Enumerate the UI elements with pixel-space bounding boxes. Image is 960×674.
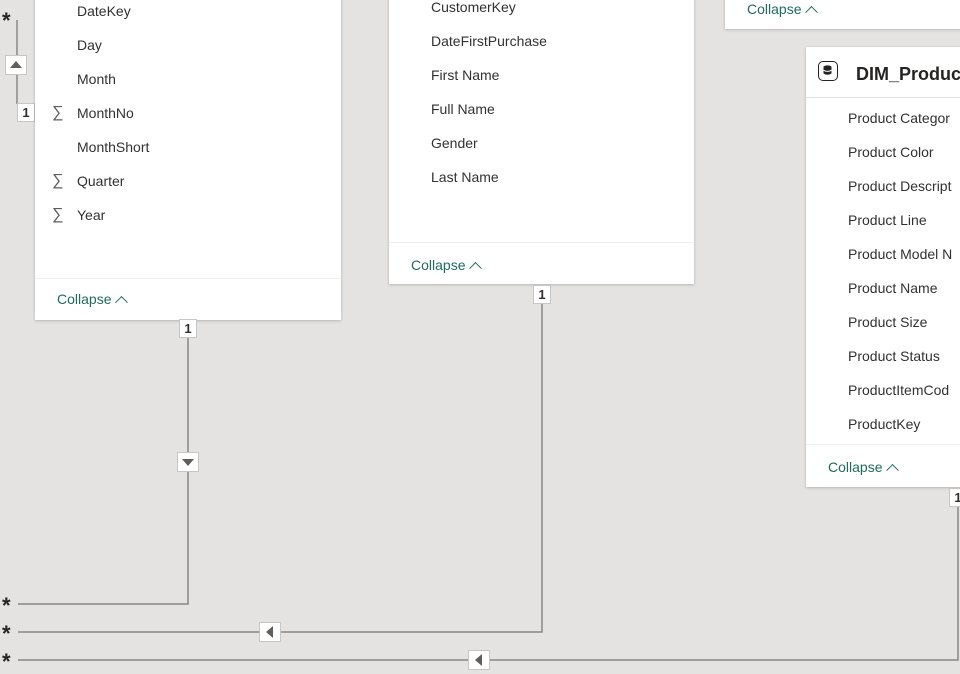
product-collapse-button[interactable]: Collapse (828, 458, 900, 477)
chevron-up-icon (469, 261, 483, 275)
field-label: Product Status (848, 348, 940, 364)
filter-direction-left-button[interactable] (469, 651, 489, 669)
field-row[interactable]: Product Categor (806, 103, 960, 133)
collapse-label: Collapse (411, 257, 466, 273)
collapse-divider (806, 444, 960, 445)
field-row[interactable]: MonthShort (35, 132, 341, 162)
filter-direction-up-button[interactable] (6, 56, 26, 74)
field-row[interactable]: CustomerKey (389, 0, 694, 22)
field-row[interactable]: Day (35, 30, 341, 60)
field-label: MonthShort (77, 139, 150, 155)
collapse-divider (389, 242, 694, 243)
field-row[interactable]: ProductItemCod (806, 375, 960, 405)
product-table-title: DIM_Product (856, 64, 960, 84)
one-marker-left: 1 (18, 104, 34, 121)
chevron-up-icon (115, 295, 129, 309)
field-row[interactable]: Product Model N (806, 239, 960, 269)
triangle-left-icon (266, 626, 273, 638)
field-row[interactable]: DateKey (35, 0, 341, 26)
field-label: Full Name (431, 101, 495, 117)
relationship-line-product (18, 506, 959, 661)
field-label: MonthNo (77, 105, 134, 121)
field-row[interactable]: Product Descript (806, 171, 960, 201)
chevron-up-icon (805, 5, 819, 19)
date-collapse-button[interactable]: Collapse (57, 290, 129, 309)
field-row[interactable]: ∑ Year (35, 200, 341, 230)
many-marker-product: * (2, 649, 11, 674)
collapse-label: Collapse (747, 1, 802, 17)
field-row[interactable]: Gender (389, 128, 694, 158)
field-row[interactable]: Product Color (806, 137, 960, 167)
field-row[interactable]: DateFirstPurchase (389, 26, 694, 56)
customer-table-card[interactable]: CustomerKey DateFirstPurchase First Name Fu… (389, 0, 694, 284)
many-marker-customer: * (2, 621, 11, 646)
field-label: Product Descript (848, 178, 952, 194)
product-table-card[interactable]: DIM_Product Product Categor Product Color… (806, 47, 960, 487)
field-row[interactable]: Last Name (389, 162, 694, 192)
field-label: DateFirstPurchase (431, 33, 547, 49)
field-row[interactable]: Month (35, 64, 341, 94)
one-marker-date: 1 (180, 320, 196, 337)
field-label: Product Line (848, 212, 927, 228)
many-marker-top-left: * (2, 8, 11, 33)
field-label: CustomerKey (431, 0, 516, 15)
triangle-left-icon (475, 654, 482, 666)
chevron-up-icon (886, 463, 900, 477)
relationship-line-customer (18, 304, 543, 633)
collapse-label: Collapse (828, 459, 883, 475)
filter-direction-down-button[interactable] (178, 453, 198, 471)
field-label: Last Name (431, 169, 499, 185)
sigma-icon: ∑ (52, 104, 64, 121)
field-label: DateKey (77, 3, 131, 19)
field-label: First Name (431, 67, 500, 83)
field-row[interactable]: Product Line (806, 205, 960, 235)
field-row[interactable]: Product Size (806, 307, 960, 337)
field-label: Product Name (848, 280, 938, 296)
one-marker-product: 1 (950, 489, 960, 506)
field-row[interactable]: ProductKey (806, 409, 960, 439)
field-label: Product Color (848, 144, 934, 160)
many-marker-date: * (2, 593, 11, 618)
collapse-divider (35, 278, 341, 279)
sigma-icon: ∑ (52, 206, 64, 223)
field-label: ProductKey (848, 416, 921, 432)
field-row[interactable]: ∑ Quarter (35, 166, 341, 196)
field-label: ProductItemCod (848, 382, 950, 398)
triangle-up-icon (10, 61, 22, 68)
triangle-down-icon (182, 459, 194, 466)
field-label: Quarter (77, 173, 125, 189)
field-row[interactable]: ∑ MonthNo (35, 98, 341, 128)
relationship-line-date (18, 338, 189, 605)
customer-collapse-button[interactable]: Collapse (411, 256, 483, 275)
one-marker-customer: 1 (534, 286, 550, 303)
field-label: Gender (431, 135, 478, 151)
field-label: Product Model N (848, 246, 953, 262)
field-row[interactable]: Product Name (806, 273, 960, 303)
top-right-collapse-button[interactable]: Collapse (747, 0, 819, 19)
field-label: Product Size (848, 314, 928, 330)
header-divider (806, 97, 960, 98)
database-icon (818, 61, 838, 81)
field-label: Day (77, 37, 102, 53)
field-row[interactable]: First Name (389, 60, 694, 90)
sigma-icon: ∑ (52, 172, 64, 189)
field-label: Product Categor (848, 110, 950, 126)
filter-direction-left-button[interactable] (260, 623, 280, 641)
collapse-label: Collapse (57, 291, 112, 307)
top-right-table-card[interactable]: Collapse (725, 0, 960, 29)
field-row[interactable]: Product Status (806, 341, 960, 371)
field-label: Month (77, 71, 116, 87)
field-row[interactable]: Full Name (389, 94, 694, 124)
date-table-card[interactable]: DateKey Day Month ∑ MonthNo MonthShort ∑ Quarte… (35, 0, 341, 320)
field-label: Year (77, 207, 106, 223)
